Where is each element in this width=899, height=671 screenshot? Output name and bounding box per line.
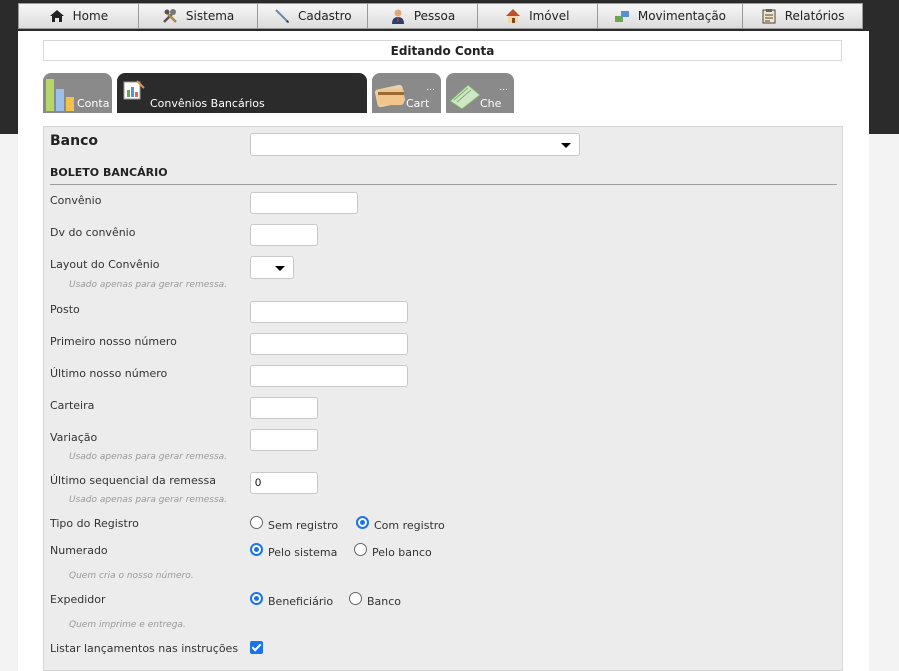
layout-convenio-select[interactable] <box>250 256 294 279</box>
transfer-icon <box>614 8 630 24</box>
menu-home[interactable]: Home <box>19 4 139 28</box>
banco-label: Banco <box>50 133 99 149</box>
menu-home-label: Home <box>72 9 109 23</box>
tab-che[interactable]: ... Che <box>446 73 514 113</box>
tab-che-label: Che <box>480 97 502 110</box>
menu-sistema-label: Sistema <box>185 9 235 23</box>
ultimo-nosso-numero-input[interactable] <box>250 365 408 387</box>
tab-cart[interactable]: ... Cart <box>372 73 441 113</box>
convenio-form: Banco BOLETO BANCÁRIO Convênio Dv do con… <box>43 126 843 671</box>
radio-com-registro-label: Com registro <box>374 519 445 532</box>
expedidor-hint: Quem imprime e entrega. <box>69 620 186 630</box>
radio-beneficiario[interactable] <box>250 592 263 605</box>
menu-sistema[interactable]: Sistema <box>139 4 259 28</box>
carteira-label: Carteira <box>50 399 95 412</box>
radio-beneficiario-label: Beneficiário <box>268 595 334 608</box>
listar-lancamentos-checkbox[interactable] <box>250 641 263 654</box>
dv-convenio-label: Dv do convênio <box>50 226 136 239</box>
tab-convenios-label: Convênios Bancários <box>150 97 265 110</box>
numerado-label: Numerado <box>50 544 108 557</box>
primeiro-nosso-numero-label: Primeiro nosso número <box>50 335 177 348</box>
radio-banco-label: Banco <box>367 595 402 608</box>
dv-convenio-input[interactable] <box>250 224 318 246</box>
convenio-input[interactable] <box>250 192 358 214</box>
page-title: Editando Conta <box>43 40 842 61</box>
menu-pessoa-label: Pessoa <box>413 9 456 23</box>
menu-pessoa[interactable]: Pessoa <box>368 4 478 28</box>
radio-banco[interactable] <box>349 592 362 605</box>
radio-pelo-banco[interactable] <box>354 543 367 556</box>
home-icon <box>49 8 65 24</box>
radio-sem-registro-label: Sem registro <box>268 519 339 532</box>
clipboard-icon <box>761 8 777 24</box>
ultimo-nosso-numero-label: Último nosso número <box>50 367 168 380</box>
variacao-input[interactable] <box>250 429 318 451</box>
section-title-boleto: BOLETO BANCÁRIO <box>50 166 168 179</box>
pen-icon <box>274 8 290 24</box>
radio-pelo-sistema[interactable] <box>250 543 263 556</box>
menu-movimentacao-label: Movimentação <box>637 9 727 23</box>
person-icon <box>390 8 406 24</box>
layout-convenio-label: Layout do Convênio <box>50 258 160 271</box>
ultimo-sequencial-input[interactable] <box>250 472 318 494</box>
tab-convenios-bancarios[interactable]: Convênios Bancários <box>117 73 367 113</box>
expedidor-label: Expedidor <box>50 593 106 606</box>
radio-pelo-banco-label: Pelo banco <box>372 546 432 559</box>
menu-cadastro[interactable]: Cadastro <box>258 4 369 28</box>
main-menu: Home Sistema Cadastro Pessoa Imóvel Movi… <box>18 3 863 29</box>
credit-card-icon <box>374 79 408 112</box>
section-divider <box>50 184 837 185</box>
tab-cart-label: Cart <box>406 97 430 110</box>
variacao-hint: Usado apenas para gerar remessa. <box>69 452 228 462</box>
chevron-down-icon <box>275 266 285 271</box>
primeiro-nosso-numero-input[interactable] <box>250 333 408 355</box>
content-panel: Editando Conta Conta Convênios Bancários… <box>18 31 869 671</box>
convenio-label: Convênio <box>50 194 102 207</box>
ultimo-sequencial-label: Último sequencial da remessa <box>50 474 216 487</box>
menu-movimentacao[interactable]: Movimentação <box>598 4 744 28</box>
radio-sem-registro[interactable] <box>250 516 263 529</box>
listar-lancamentos-label: Listar lançamentos nas instruções <box>50 642 239 655</box>
carteira-input[interactable] <box>250 397 318 419</box>
tipo-registro-label: Tipo do Registro <box>50 517 139 530</box>
tab-conta[interactable]: Conta <box>43 73 112 113</box>
numerado-hint: Quem cria o nosso número. <box>69 571 194 581</box>
radio-com-registro[interactable] <box>356 516 369 529</box>
menu-imovel[interactable]: Imóvel <box>478 4 598 28</box>
tools-icon <box>162 8 178 24</box>
menu-imovel-label: Imóvel <box>529 9 570 23</box>
house-icon <box>505 8 521 24</box>
menu-relatorios-label: Relatórios <box>784 9 845 23</box>
checkbook-icon <box>448 79 482 112</box>
posto-input[interactable] <box>250 301 408 323</box>
menu-cadastro-label: Cadastro <box>297 9 352 23</box>
bar-chart-icon <box>45 77 77 113</box>
sequencial-hint: Usado apenas para gerar remessa. <box>69 495 228 505</box>
tab-conta-label: Conta <box>77 97 110 110</box>
report-chart-icon <box>123 79 145 104</box>
radio-pelo-sistema-label: Pelo sistema <box>268 546 338 559</box>
menu-relatorios[interactable]: Relatórios <box>743 4 862 28</box>
variacao-label: Variação <box>50 431 98 444</box>
tab-che-dots: ... <box>499 83 508 93</box>
tab-cart-dots: ... <box>426 83 435 93</box>
chevron-down-icon <box>561 143 571 148</box>
banco-select[interactable] <box>250 133 580 156</box>
layout-hint: Usado apenas para gerar remessa. <box>69 280 228 290</box>
posto-label: Posto <box>50 303 80 316</box>
